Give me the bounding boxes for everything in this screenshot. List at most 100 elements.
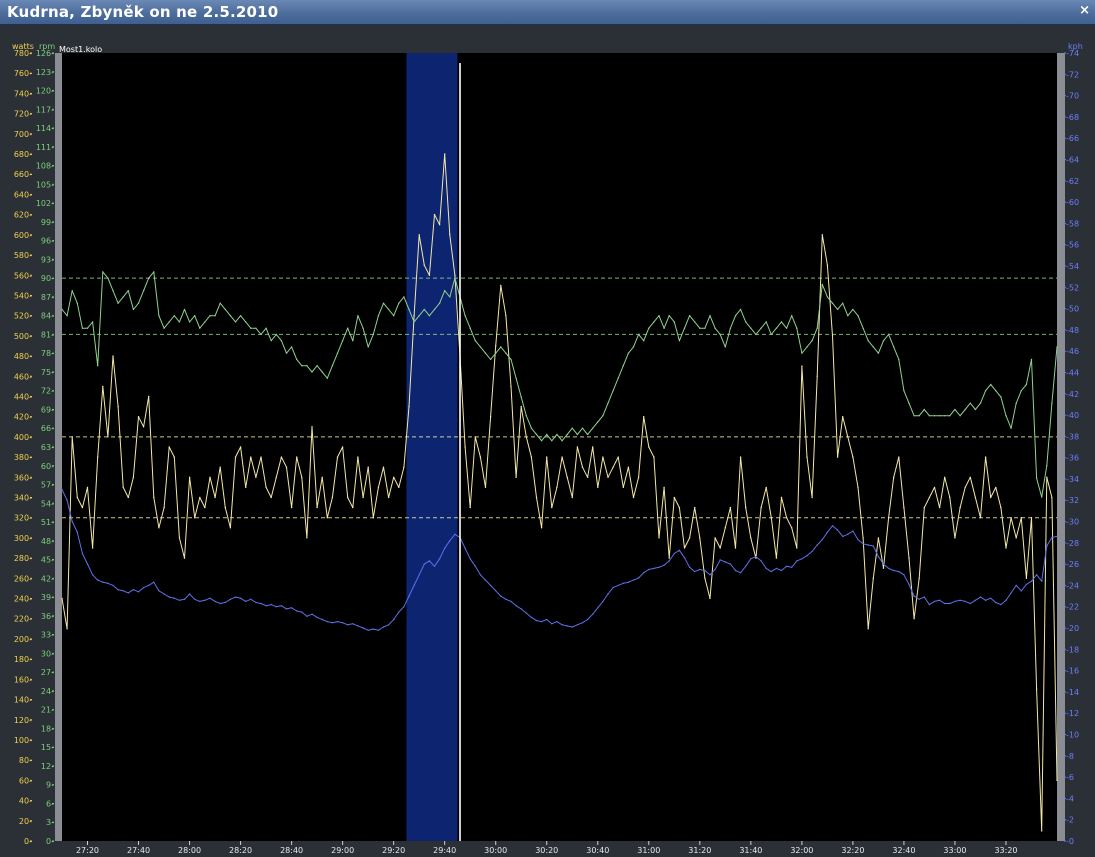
data-point-rpm (76, 302, 79, 304)
data-point-kph (923, 596, 925, 598)
data-point-rpm (382, 302, 385, 304)
data-point-watts (944, 476, 946, 478)
rpm-tick-label: 75- (41, 368, 54, 377)
data-point-rpm (306, 365, 308, 367)
data-point-kph (148, 584, 150, 587)
data-point-kph (122, 590, 124, 592)
watts-tick-label: 520- (14, 312, 32, 321)
data-point-rpm (229, 315, 232, 317)
data-point-kph (627, 581, 630, 583)
data-point-watts (306, 537, 308, 539)
data-point-rpm (1025, 383, 1028, 386)
data-point-watts (270, 496, 272, 499)
data-point-kph (341, 622, 344, 624)
kph-tick-label: -40 (1066, 411, 1079, 420)
plot-area[interactable] (62, 53, 1057, 841)
data-point-kph (102, 581, 104, 583)
watts-tick-label: 620- (14, 211, 32, 220)
data-point-kph (775, 567, 778, 570)
data-point-watts (474, 436, 476, 438)
data-point-kph (709, 574, 711, 576)
data-point-kph (91, 574, 94, 576)
data-point-kph (668, 560, 670, 562)
data-point-kph (796, 560, 798, 562)
data-point-rpm (949, 415, 951, 417)
rpm-tick-label: 12- (41, 762, 54, 771)
window-title: Kudrna, Zbyněk on ne 2.5.2010 (7, 3, 279, 21)
ride-chart[interactable]: 0- 20- 40- 60- 80- 100- 120- 140- 160- 180- 200- 22… (0, 25, 1095, 857)
rpm-tick-label: 45- (41, 556, 54, 565)
rpm-tick-label: 9- (46, 781, 54, 790)
data-point-rpm (592, 427, 594, 429)
data-point-rpm (239, 315, 242, 317)
data-point-watts (663, 486, 665, 489)
title-bar[interactable]: Kudrna, Zbyněk on ne 2.5.2010 × (0, 0, 1095, 25)
kph-tick-label: -28 (1066, 539, 1079, 548)
data-point-kph (270, 603, 272, 606)
data-point-watts (301, 476, 303, 478)
data-point-watts (546, 456, 548, 458)
rpm-tick-label: 81- (41, 330, 54, 339)
data-point-kph (285, 608, 288, 610)
kph-tick-label: -50 (1066, 305, 1079, 314)
data-point-rpm (581, 427, 584, 429)
data-point-kph (811, 550, 813, 553)
data-point-rpm (316, 365, 318, 367)
data-point-watts (423, 264, 425, 266)
rpm-tick-label: 33- (41, 631, 54, 640)
data-point-watts (285, 466, 288, 468)
data-point-watts (597, 486, 599, 489)
watts-tick-label: 760- (14, 69, 32, 78)
data-point-rpm (852, 308, 854, 311)
data-point-rpm (188, 321, 191, 323)
data-point-kph (597, 607, 599, 609)
data-point-kph (984, 599, 987, 601)
rpm-tick-label: 0- (46, 837, 54, 846)
data-point-watts (714, 537, 716, 539)
x-tick-label: 29:20 (382, 846, 405, 855)
data-point-kph (704, 569, 706, 572)
data-point-kph (979, 596, 982, 598)
rpm-tick-label: 96- (41, 237, 54, 246)
data-point-watts (219, 466, 221, 468)
data-point-rpm (341, 340, 344, 342)
rpm-tick-label: 105- (36, 180, 54, 189)
selection-band[interactable] (406, 53, 458, 841)
data-point-kph (510, 600, 512, 603)
kph-tick-label: -70 (1066, 92, 1079, 101)
kph-tick-label: -10 (1066, 731, 1079, 740)
data-point-kph (530, 616, 533, 619)
x-tick-label: 33:20 (994, 846, 1017, 855)
data-point-rpm (158, 315, 160, 317)
watts-tick-label: 360- (14, 473, 32, 482)
data-point-kph (826, 531, 829, 533)
data-point-rpm (750, 327, 752, 329)
data-point-rpm (668, 315, 670, 317)
close-icon[interactable]: × (1079, 3, 1090, 18)
data-point-rpm (66, 315, 68, 317)
data-point-rpm (132, 308, 135, 311)
data-point-watts (571, 496, 573, 499)
rpm-tick-label: 120- (36, 87, 54, 96)
data-point-kph (801, 558, 803, 560)
data-point-watts (785, 517, 788, 519)
data-point-watts (704, 577, 706, 579)
kph-tick-label: -34 (1066, 475, 1079, 484)
data-point-watts (336, 456, 339, 458)
data-point-rpm (357, 315, 359, 317)
x-tick-label: 32:00 (790, 846, 813, 855)
rpm-tick-label: 102- (36, 199, 54, 208)
watts-tick-label: 260- (14, 574, 32, 583)
data-point-watts (1046, 476, 1048, 478)
data-point-watts (617, 456, 619, 458)
data-point-rpm (643, 340, 645, 342)
kph-tick-label: -30 (1066, 518, 1079, 527)
watts-tick-label: 200- (14, 635, 32, 644)
data-point-rpm (321, 371, 323, 373)
data-point-watts (862, 537, 864, 539)
data-point-kph (433, 565, 436, 567)
data-point-kph (699, 568, 701, 571)
data-point-watts (969, 476, 971, 478)
rpm-tick-label: 66- (41, 424, 54, 433)
data-point-rpm (530, 427, 533, 429)
